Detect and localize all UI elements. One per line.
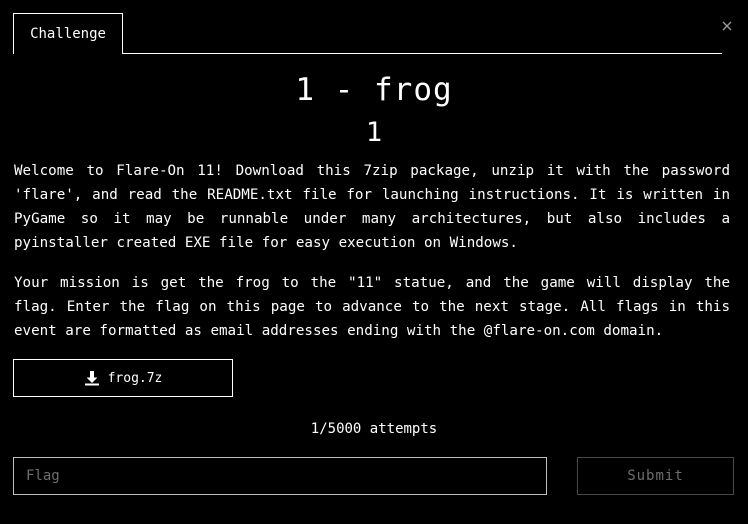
flag-input[interactable] (13, 457, 547, 495)
download-icon (84, 371, 99, 386)
challenge-description-paragraph: Your mission is get the frog to the "11"… (14, 275, 730, 339)
download-button[interactable]: frog.7z (13, 359, 233, 397)
close-icon[interactable] (720, 18, 734, 32)
challenge-description-paragraph: Welcome to Flare-On 11! Download this 7z… (14, 163, 730, 251)
download-label: frog.7z (107, 370, 163, 386)
tab-challenge-label: Challenge (30, 25, 106, 42)
submit-button[interactable]: Submit (577, 457, 734, 495)
attempts-counter: 1/5000 attempts (310, 421, 438, 437)
tab-challenge[interactable]: Challenge (13, 13, 123, 53)
challenge-points: 1 (365, 117, 383, 148)
challenge-title: 1 - frog (295, 72, 453, 108)
